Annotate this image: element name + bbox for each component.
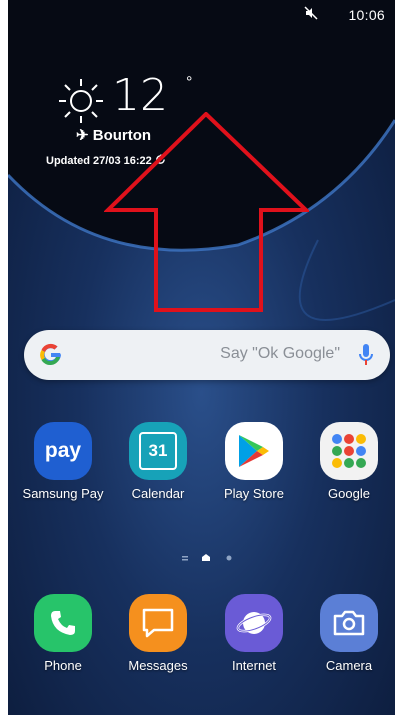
app-samsung-pay[interactable]: pay Samsung Pay [18, 422, 108, 501]
page-indicator[interactable] [178, 553, 238, 563]
status-bar: 10:06 [304, 6, 385, 23]
home-screen: 10:06 12 ° ✈ Bourton Updated 27/03 16:22 [8, 0, 395, 715]
search-placeholder: Say "Ok Google" [220, 345, 340, 362]
degree-symbol: ° [186, 74, 193, 91]
swipe-up-arrow-annotation [104, 112, 309, 312]
app-google-folder[interactable]: Google [304, 422, 394, 501]
phone-icon [34, 594, 92, 652]
mic-icon[interactable] [358, 343, 374, 367]
app-messages[interactable]: Messages [113, 594, 203, 673]
app-calendar[interactable]: 31 Calendar [113, 422, 203, 501]
app-label: Camera [325, 658, 373, 673]
app-label: Messages [128, 658, 188, 673]
clock: 10:06 [348, 6, 385, 23]
mute-icon [304, 6, 318, 23]
messages-icon [129, 594, 187, 652]
camera-icon [320, 594, 378, 652]
pay-icon-text: pay [44, 439, 82, 462]
pay-icon: pay [34, 422, 92, 480]
play-store-icon [225, 422, 283, 480]
google-folder-icon [320, 422, 378, 480]
calendar-date: 31 [139, 432, 177, 470]
home-page-icon [202, 554, 210, 561]
calendar-icon: 31 [129, 422, 187, 480]
app-label: Phone [44, 658, 82, 673]
google-logo-icon [40, 343, 61, 366]
app-camera[interactable]: Camera [304, 594, 394, 673]
app-label: Internet [231, 658, 277, 673]
app-label: Calendar [131, 486, 185, 501]
internet-icon [225, 594, 283, 652]
sun-icon [59, 79, 103, 123]
google-search-bar[interactable]: Say "Ok Google" [24, 330, 390, 380]
app-label: Samsung Pay [22, 486, 104, 501]
location-icon: ✈ [76, 127, 93, 144]
app-phone[interactable]: Phone [18, 594, 108, 673]
app-label: Google [328, 486, 370, 501]
app-internet[interactable]: Internet [209, 594, 299, 673]
app-play-store[interactable]: Play Store [209, 422, 299, 501]
app-label: Play Store [224, 486, 284, 501]
